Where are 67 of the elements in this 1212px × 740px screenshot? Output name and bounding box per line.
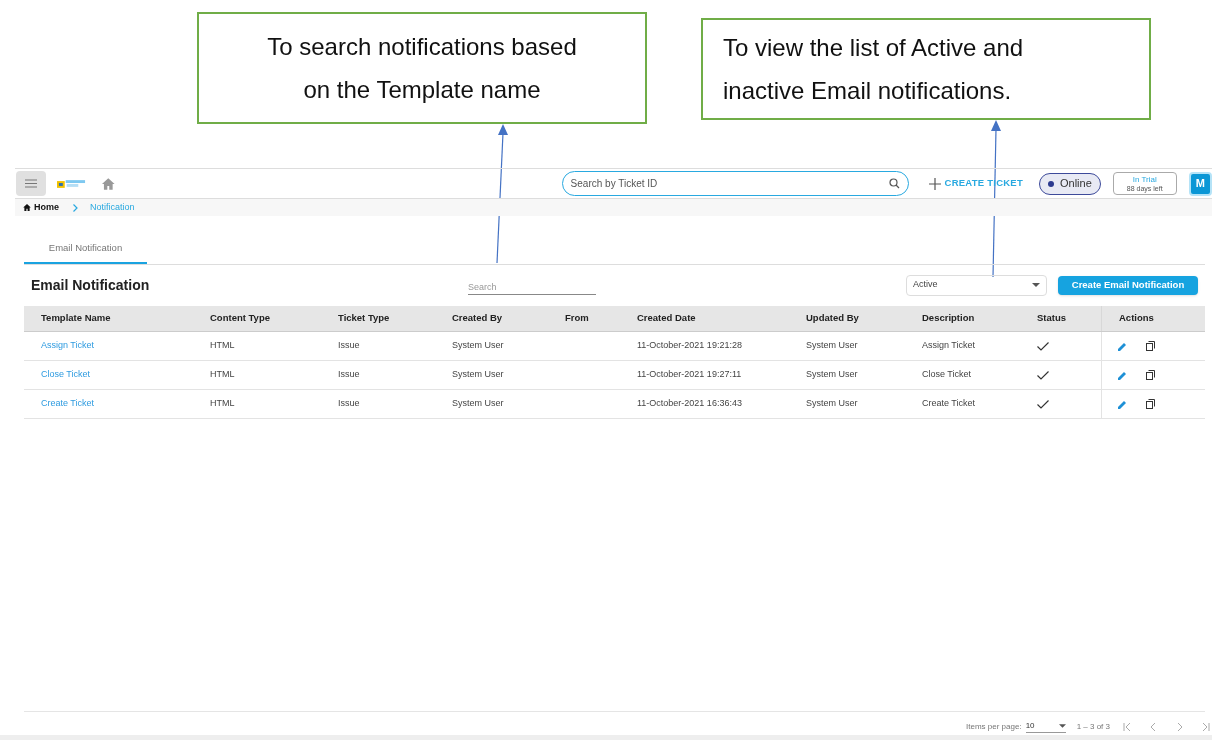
next-page-icon[interactable] [1177,722,1183,731]
table-cell: 11-October-2021 19:27:11 [637,368,742,382]
search-field[interactable]: Search [468,275,596,295]
table-cell: Create Ticket [922,397,976,411]
trial-title: In Trial [1132,174,1157,184]
copy-icon[interactable] [1146,341,1155,351]
template-link[interactable]: Assign Ticket [41,339,95,353]
create-email-notification-button[interactable]: Create Email Notification [1058,275,1198,295]
template-link[interactable]: Close Ticket [41,368,91,382]
column-header: Actions [1119,311,1154,326]
copy-icon[interactable] [1146,370,1155,380]
first-page-icon[interactable] [1123,722,1131,731]
table-cell: 11-October-2021 16:36:43 [637,397,742,411]
column-header: Created Date [637,311,696,326]
user-avatar[interactable]: M [1188,171,1212,196]
column-header: From [565,311,589,326]
items-per-page-label: Items per page: [966,720,1022,733]
last-page-icon[interactable] [1202,722,1210,731]
table-cell: Issue [338,397,360,411]
column-header: Template Name [41,311,111,326]
table-cell: HTML [210,397,235,411]
edit-icon[interactable] [1118,341,1127,351]
table-cell: Issue [338,368,360,382]
table-cell: System User [452,397,504,411]
table-cell: Issue [338,339,360,353]
status-dropdown[interactable]: Active [906,274,1047,296]
caret-icon [1058,724,1066,728]
menu-icon [25,179,37,188]
table-cell: System User [806,397,858,411]
logo-icon [57,178,87,189]
home-icon [23,204,31,211]
edit-icon[interactable] [1118,399,1127,409]
table-cell: Close Ticket [922,368,972,382]
ticket-search-input[interactable]: Search by Ticket ID [570,176,889,191]
table-cell: 11-October-2021 19:21:28 [637,339,742,353]
online-status-button[interactable]: Online [1038,172,1101,195]
edit-icon[interactable] [1118,370,1127,380]
page-range: 1 – 3 of 3 [1076,720,1110,733]
previous-page-icon[interactable] [1150,722,1156,731]
column-header: Ticket Type [338,311,390,326]
tab[interactable]: Email Notification [24,235,147,264]
table-cell: HTML [210,368,235,382]
column-header: Created By [452,311,503,326]
table-cell: System User [452,339,504,353]
breadcrumb-link[interactable]: Home [23,200,59,215]
search-icon[interactable] [888,178,900,189]
copy-icon[interactable] [1146,399,1155,409]
caret-icon [1032,283,1040,287]
table-cell: System User [806,339,858,353]
callout-box: To view the list of Active and inactive Email notifications. [701,18,1151,120]
column-header: Content Type [210,311,270,326]
chevron-icon [73,203,78,212]
column-header: Status [1037,311,1067,326]
plus-icon [928,177,941,190]
table-cell: Assign Ticket [922,339,976,353]
table-cell: System User [806,368,858,382]
table-cell: HTML [210,339,235,353]
column-header: Description [922,311,975,326]
breadcrumb-link[interactable]: Notification [90,200,135,215]
page-title: Email Notification [31,275,151,295]
column-header: Updated By [806,311,859,326]
callout-box: To search notifications based on the Template name [197,12,647,124]
template-link[interactable]: Create Ticket [41,397,95,411]
menu-button[interactable] [16,171,46,196]
table-cell: System User [452,368,504,382]
page-size-dropdown[interactable]: 10 [1025,720,1066,733]
home-icon[interactable] [102,177,115,190]
